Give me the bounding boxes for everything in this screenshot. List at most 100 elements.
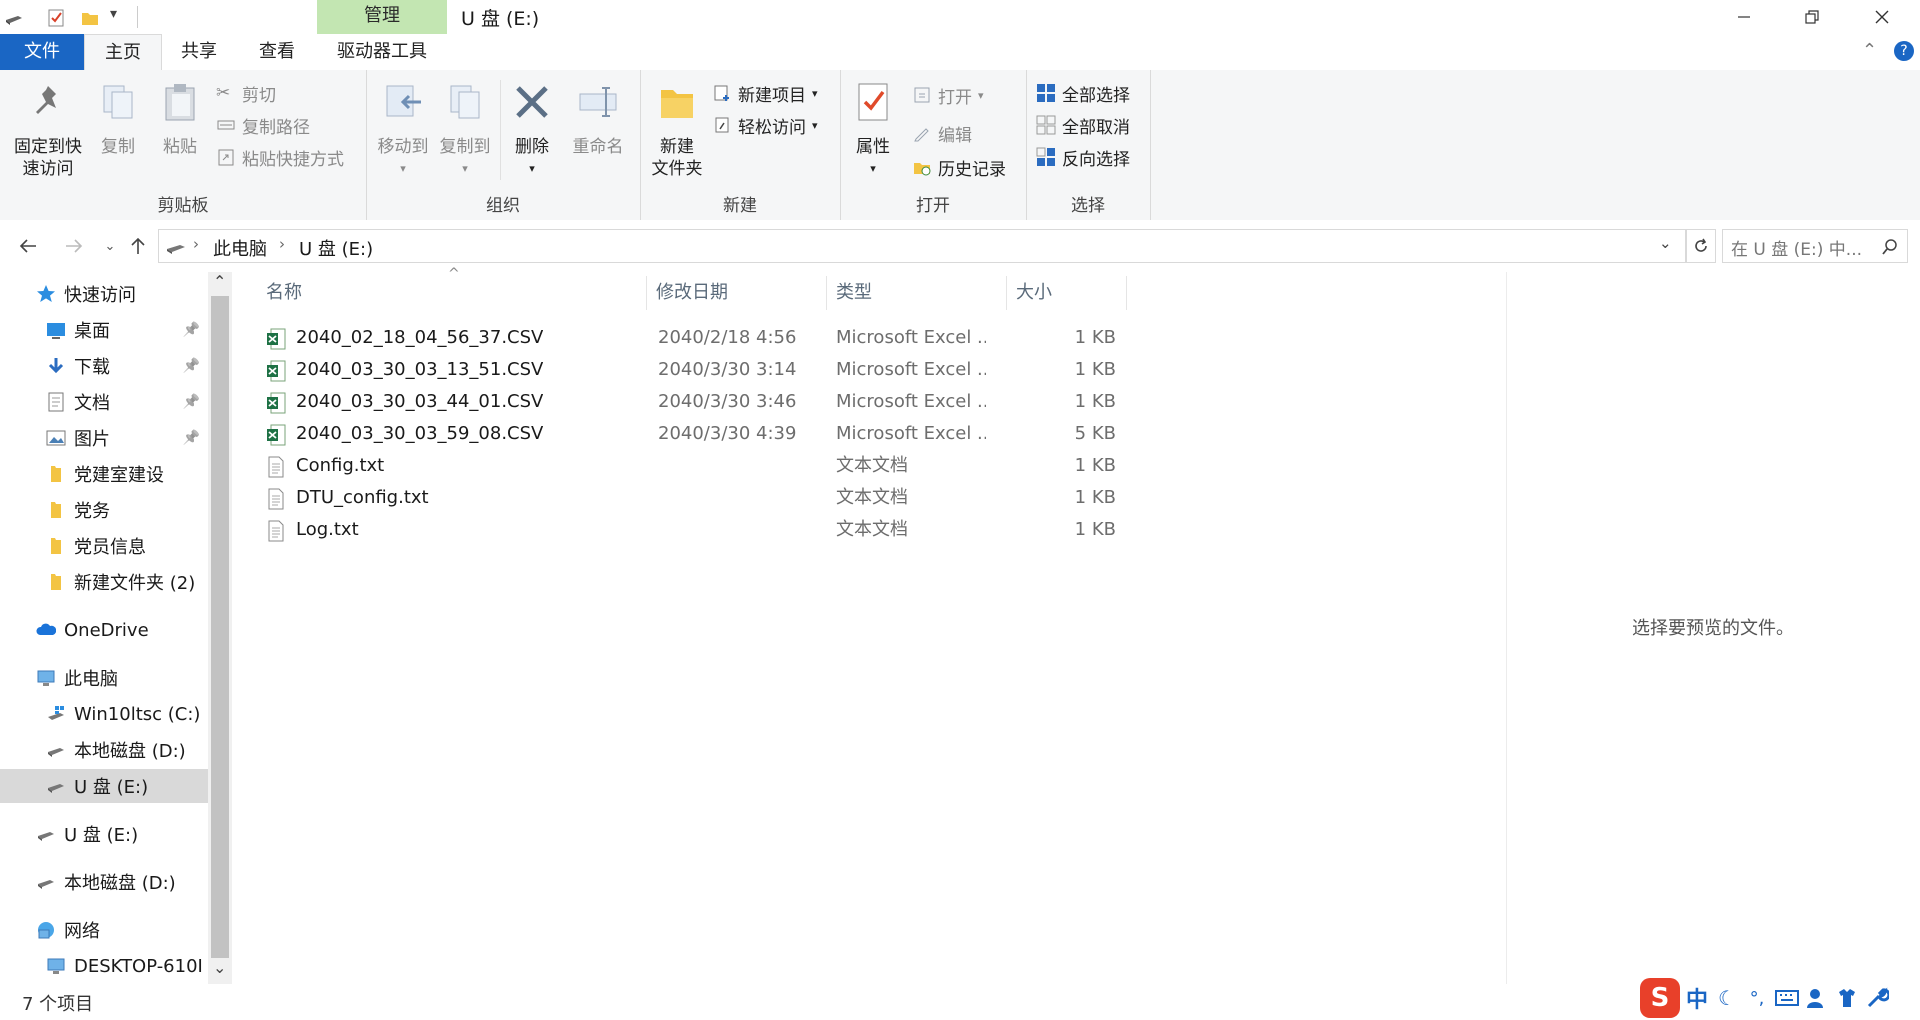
- scroll-up-icon[interactable]: ⌃: [213, 272, 226, 291]
- column-divider[interactable]: [646, 276, 647, 310]
- nav-scrollbar[interactable]: ⌃ ⌄: [208, 272, 232, 984]
- move-to-dropdown-icon: ▾: [400, 162, 406, 175]
- help-icon[interactable]: ?: [1894, 41, 1914, 61]
- nav-item[interactable]: OneDrive: [0, 613, 208, 647]
- nav-item[interactable]: 下载 📌: [0, 349, 208, 383]
- file-row[interactable]: 2040_03_30_03_44_01.CSV 2040/3/30 3:46 Mic…: [258, 386, 1128, 418]
- ime-mode-indicator[interactable]: 中: [1684, 985, 1710, 1013]
- scrollbar-thumb[interactable]: [211, 296, 229, 958]
- scroll-down-icon[interactable]: ⌄: [213, 958, 226, 977]
- file-row[interactable]: Config.txt 文本文档 1 KB: [258, 450, 1128, 482]
- refresh-button[interactable]: [1686, 229, 1716, 263]
- column-header-name[interactable]: 名称: [266, 272, 302, 314]
- column-header-date[interactable]: 修改日期: [656, 272, 728, 314]
- nav-item[interactable]: 文档 📌: [0, 385, 208, 419]
- breadcrumb-this-pc[interactable]: 此电脑: [213, 235, 267, 261]
- new-folder-qat-icon[interactable]: [80, 8, 100, 28]
- tab-file[interactable]: 文件: [0, 34, 84, 70]
- tab-share[interactable]: 共享: [168, 34, 230, 70]
- tools-icon[interactable]: [1864, 985, 1890, 1011]
- close-button[interactable]: [1848, 0, 1916, 34]
- properties-qat-icon[interactable]: [46, 8, 66, 28]
- copy-to-dropdown-icon: ▾: [462, 162, 468, 175]
- nav-item[interactable]: 党务: [0, 493, 208, 527]
- file-row[interactable]: DTU_config.txt 文本文档 1 KB: [258, 482, 1128, 514]
- nav-item[interactable]: 本地磁盘 (D:): [0, 865, 208, 899]
- pin-icon[interactable]: 📌: [183, 358, 200, 374]
- invert-selection-button[interactable]: 反向选择: [1036, 144, 1130, 170]
- column-header-size[interactable]: 大小: [1016, 272, 1052, 314]
- paste-shortcut-icon: [218, 149, 234, 166]
- column-header-type[interactable]: 类型: [836, 272, 872, 314]
- nav-item[interactable]: DESKTOP-610I: [0, 949, 208, 983]
- user-icon[interactable]: [1804, 985, 1830, 1011]
- select-none-button[interactable]: 全部取消: [1036, 112, 1130, 138]
- pin-icon[interactable]: 📌: [183, 430, 200, 446]
- move-to-button[interactable]: 移动到 ▾: [374, 80, 432, 180]
- column-divider[interactable]: [826, 276, 827, 310]
- nav-item[interactable]: 党员信息: [0, 529, 208, 563]
- pin-quick-access-button[interactable]: 固定到快 速访问: [8, 80, 88, 180]
- edit-button[interactable]: 编辑: [912, 120, 972, 146]
- select-none-icon: [1036, 115, 1056, 135]
- copy-path-button[interactable]: 复制路径: [216, 112, 310, 138]
- nav-item[interactable]: 快速访问: [0, 277, 208, 311]
- file-row[interactable]: 2040_02_18_04_56_37.CSV 2040/2/18 4:56 Mic…: [258, 322, 1128, 354]
- search-box[interactable]: 在 U 盘 (E:) 中...: [1722, 229, 1908, 263]
- minimize-button[interactable]: [1710, 0, 1778, 34]
- tab-drive-tools[interactable]: 驱动器工具: [317, 34, 447, 70]
- copy-to-button[interactable]: 复制到 ▾: [436, 80, 494, 180]
- keyboard-icon[interactable]: [1774, 985, 1800, 1011]
- restore-button[interactable]: [1778, 0, 1846, 34]
- qat-dropdown-icon[interactable]: ▾: [110, 6, 117, 22]
- history-button[interactable]: 历史记录: [912, 154, 1006, 180]
- punctuation-icon[interactable]: °,: [1744, 985, 1770, 1011]
- collapse-ribbon-icon[interactable]: ⌃: [1862, 40, 1877, 61]
- nav-item[interactable]: U 盘 (E:): [0, 769, 208, 803]
- new-item-icon: [714, 85, 729, 101]
- select-all-button[interactable]: 全部选择: [1036, 80, 1130, 106]
- nav-item-label: 网络: [64, 921, 100, 942]
- up-button[interactable]: [124, 232, 152, 260]
- nav-item[interactable]: 桌面 📌: [0, 313, 208, 347]
- file-row[interactable]: Log.txt 文本文档 1 KB: [258, 514, 1128, 546]
- nav-item[interactable]: 本地磁盘 (D:): [0, 733, 208, 767]
- column-divider[interactable]: [1126, 276, 1127, 310]
- file-row[interactable]: 2040_03_30_03_59_08.CSV 2040/3/30 4:39 Mic…: [258, 418, 1128, 450]
- address-bar[interactable]: › 此电脑 › U 盘 (E:) ⌄: [158, 229, 1686, 263]
- paste-button[interactable]: 粘贴: [156, 80, 204, 158]
- new-item-button[interactable]: 新建项目 ▾: [712, 80, 818, 106]
- nav-item[interactable]: 此电脑: [0, 661, 208, 695]
- pin-icon[interactable]: 📌: [183, 322, 200, 338]
- delete-button[interactable]: 删除 ▾: [508, 80, 556, 180]
- moon-icon[interactable]: ☾: [1714, 985, 1740, 1011]
- context-tab-manage[interactable]: 管理: [317, 0, 447, 34]
- address-dropdown-icon[interactable]: ⌄: [1659, 234, 1672, 252]
- new-folder-button[interactable]: 新建 文件夹: [646, 80, 708, 180]
- cut-button[interactable]: ✂ 剪切: [216, 80, 276, 106]
- forward-button[interactable]: [60, 232, 88, 260]
- sogou-logo-icon[interactable]: S: [1640, 978, 1680, 1018]
- nav-item[interactable]: 党建室建设: [0, 457, 208, 491]
- paste-shortcut-button[interactable]: 粘贴快捷方式: [216, 144, 344, 170]
- open-button[interactable]: 打开 ▾: [912, 82, 984, 108]
- copy-button[interactable]: 复制: [94, 80, 142, 158]
- tab-home[interactable]: 主页: [84, 34, 162, 71]
- recent-locations-button[interactable]: ⌄: [96, 232, 124, 260]
- skin-icon[interactable]: [1834, 985, 1860, 1011]
- rename-button[interactable]: 重命名: [568, 80, 628, 158]
- column-divider[interactable]: [1006, 276, 1007, 310]
- refresh-icon: [1695, 238, 1707, 252]
- tab-view[interactable]: 查看: [244, 34, 310, 70]
- nav-item[interactable]: 图片 📌: [0, 421, 208, 455]
- nav-item[interactable]: 网络: [0, 913, 208, 947]
- breadcrumb-drive[interactable]: U 盘 (E:): [299, 235, 373, 261]
- back-button[interactable]: [14, 232, 42, 260]
- file-row[interactable]: 2040_03_30_03_13_51.CSV 2040/3/30 3:14 Mic…: [258, 354, 1128, 386]
- pin-icon[interactable]: 📌: [183, 394, 200, 410]
- nav-item[interactable]: Win10ltsc (C:): [0, 697, 208, 731]
- properties-button[interactable]: 属性 ▾: [848, 80, 898, 180]
- easy-access-button[interactable]: 轻松访问 ▾: [712, 112, 818, 138]
- nav-item[interactable]: U 盘 (E:): [0, 817, 208, 851]
- nav-item[interactable]: 新建文件夹 (2): [0, 565, 208, 599]
